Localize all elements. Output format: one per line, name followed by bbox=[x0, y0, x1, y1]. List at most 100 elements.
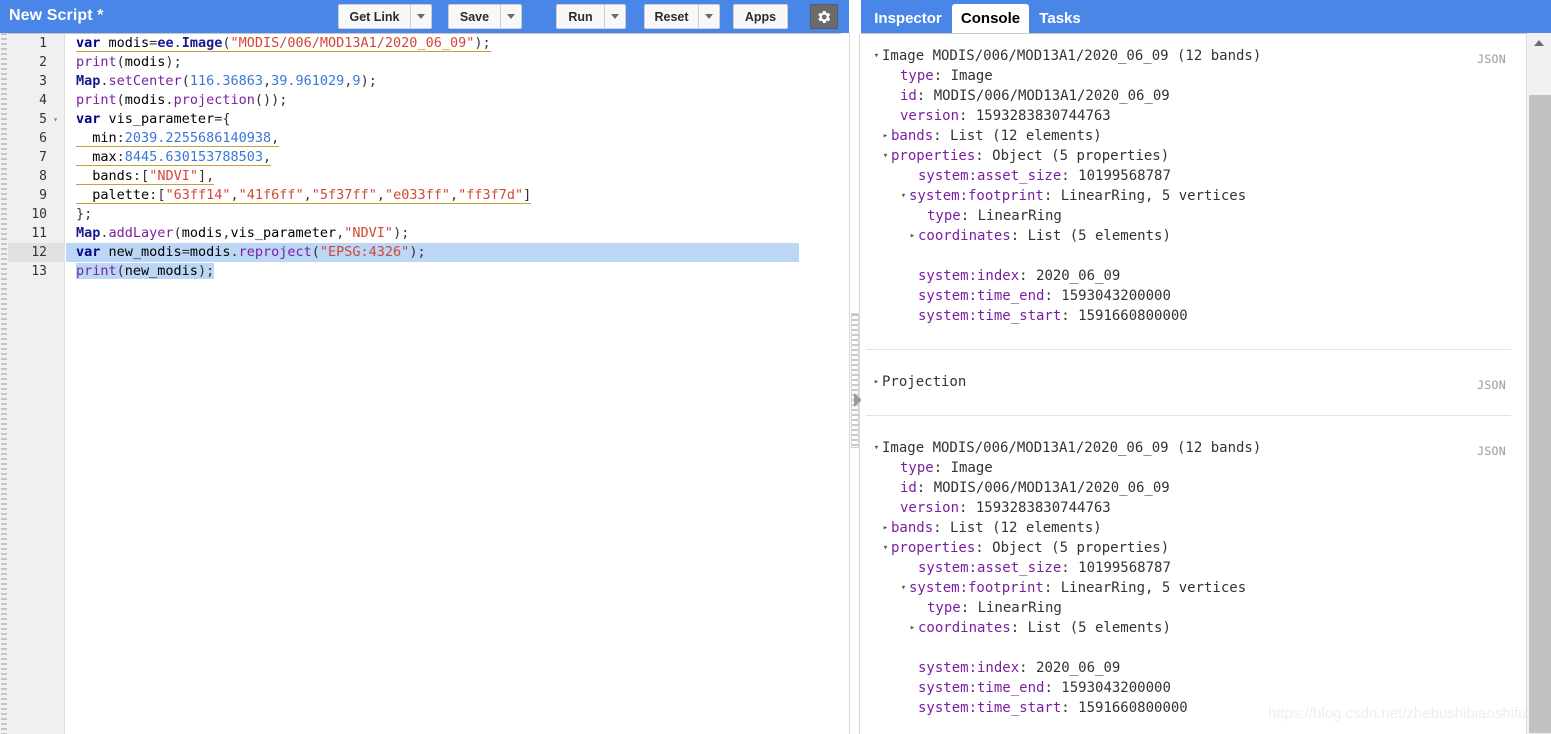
expand-triangle-icon[interactable]: ▸ bbox=[880, 518, 891, 538]
get-link-button[interactable]: Get Link bbox=[338, 4, 410, 29]
json-link[interactable]: JSON bbox=[1477, 375, 1506, 395]
code-fold-toggle-icon[interactable]: ▾ bbox=[50, 110, 61, 129]
property-value: List (5 elements) bbox=[1028, 228, 1171, 244]
reset-button[interactable]: Reset bbox=[644, 4, 698, 29]
code-line[interactable]: max:8445.630153788503, bbox=[66, 148, 841, 167]
row-indent-spacer bbox=[907, 286, 918, 306]
property-separator: : bbox=[933, 128, 950, 144]
apps-button[interactable]: Apps bbox=[733, 4, 788, 29]
property-key: system:time_end bbox=[918, 288, 1044, 304]
console-property-row[interactable]: ▾properties: Object (5 properties) bbox=[861, 538, 1551, 558]
code-line[interactable]: print(modis.projection()); bbox=[66, 91, 841, 110]
console-property-row: type: LinearRing bbox=[861, 206, 1551, 226]
line-number: 3 bbox=[8, 72, 65, 91]
console-output[interactable]: ▾Image MODIS/006/MOD13A1/2020_06_09 (12 … bbox=[861, 33, 1551, 734]
console-property-row: system:asset_size: 10199568787 bbox=[861, 558, 1551, 578]
collapse-triangle-icon[interactable]: ▾ bbox=[880, 538, 891, 558]
console-entry-separator bbox=[866, 349, 1511, 350]
tab-console[interactable]: Console bbox=[952, 4, 1029, 33]
toolbar-group-reset: Reset bbox=[644, 4, 720, 29]
script-title: New Script * bbox=[9, 7, 104, 25]
property-separator: : bbox=[961, 208, 978, 224]
console-entry-header[interactable]: ▾Image MODIS/006/MOD13A1/2020_06_09 (12 … bbox=[861, 438, 1551, 458]
expand-triangle-icon[interactable]: ▸ bbox=[907, 618, 918, 638]
run-button[interactable]: Run bbox=[556, 4, 604, 29]
console-entry-header[interactable]: ▸ProjectionJSON bbox=[861, 372, 1551, 392]
property-key: properties bbox=[891, 148, 975, 164]
inspector-console-pane: InspectorConsoleTasks ▾Image MODIS/006/M… bbox=[861, 0, 1551, 734]
console-property-row[interactable]: ▾system:footprint: LinearRing, 5 vertice… bbox=[861, 578, 1551, 598]
console-property-row[interactable]: ▸bands: List (12 elements) bbox=[861, 126, 1551, 146]
line-number: 6 bbox=[8, 129, 65, 148]
code-line[interactable]: min:2039.2255686140938, bbox=[66, 129, 841, 148]
row-indent-spacer bbox=[907, 698, 918, 718]
run-dropdown-button[interactable] bbox=[604, 4, 626, 29]
console-property-row[interactable]: ▸coordinates: List (5 elements) bbox=[861, 226, 1551, 246]
code-content[interactable]: var modis=ee.Image("MODIS/006/MOD13A1/20… bbox=[66, 34, 841, 734]
code-line[interactable]: var vis_parameter={ bbox=[66, 110, 841, 129]
reset-dropdown-button[interactable] bbox=[698, 4, 720, 29]
console-property-row[interactable]: ▸bands: List (12 elements) bbox=[861, 518, 1551, 538]
scrollbar-thumb[interactable] bbox=[1529, 95, 1551, 733]
pane-splitter[interactable] bbox=[849, 33, 860, 734]
console-property-row[interactable]: ▾properties: Object (5 properties) bbox=[861, 146, 1551, 166]
code-line[interactable]: var new_modis=modis.reproject("EPSG:4326… bbox=[66, 243, 799, 262]
property-separator: : bbox=[1019, 660, 1036, 676]
property-value: 1591660800000 bbox=[1078, 700, 1188, 716]
code-line[interactable]: }; bbox=[66, 205, 841, 224]
get-link-dropdown-button[interactable] bbox=[410, 4, 432, 29]
property-key: coordinates bbox=[918, 620, 1011, 636]
property-value: 1593043200000 bbox=[1061, 288, 1171, 304]
console-spacer-row bbox=[861, 638, 1551, 658]
property-value: List (12 elements) bbox=[950, 520, 1102, 536]
property-separator: : bbox=[1011, 228, 1028, 244]
expand-triangle-icon[interactable]: ▸ bbox=[871, 372, 882, 392]
collapse-triangle-icon[interactable]: ▾ bbox=[898, 578, 909, 598]
right-panel-tabbar: InspectorConsoleTasks bbox=[861, 0, 1551, 33]
save-button[interactable]: Save bbox=[448, 4, 500, 29]
console-scrollbar[interactable] bbox=[1526, 33, 1551, 734]
tab-inspector[interactable]: Inspector bbox=[865, 4, 951, 33]
code-line[interactable]: bands:["NDVI"], bbox=[66, 167, 841, 186]
settings-gear-button[interactable] bbox=[810, 4, 838, 29]
projection-entry: ▸ProjectionJSON bbox=[861, 372, 1551, 392]
property-separator: : bbox=[1061, 168, 1078, 184]
console-property-row[interactable]: ▸coordinates: List (5 elements) bbox=[861, 618, 1551, 638]
code-line[interactable]: palette:["63ff14","41f6ff","5f37ff","e03… bbox=[66, 186, 841, 205]
tab-tasks[interactable]: Tasks bbox=[1031, 4, 1089, 33]
collapse-triangle-icon[interactable]: ▾ bbox=[871, 46, 882, 66]
console-entry-title: Image MODIS/006/MOD13A1/2020_06_09 (12 b… bbox=[882, 440, 1261, 456]
line-number: 9 bbox=[8, 186, 65, 205]
collapse-triangle-icon[interactable]: ▾ bbox=[880, 146, 891, 166]
scroll-up-arrow-button[interactable] bbox=[1527, 33, 1551, 53]
chevron-down-icon bbox=[507, 14, 515, 19]
code-line[interactable]: Map.setCenter(116.36863,39.961029,9); bbox=[66, 72, 841, 91]
console-property-row: type: Image bbox=[861, 66, 1551, 86]
property-separator: : bbox=[917, 480, 934, 496]
property-value: 2020_06_09 bbox=[1036, 268, 1120, 284]
property-key: id bbox=[900, 480, 917, 496]
collapse-triangle-icon[interactable]: ▾ bbox=[871, 438, 882, 458]
code-editor[interactable]: 12345▾678910111213 var modis=ee.Image("M… bbox=[8, 33, 841, 734]
line-number: 8 bbox=[8, 167, 65, 186]
console-property-row[interactable]: ▾system:footprint: LinearRing, 5 vertice… bbox=[861, 186, 1551, 206]
property-separator: : bbox=[1044, 188, 1061, 204]
splitter-grip[interactable] bbox=[851, 313, 859, 448]
property-separator: : bbox=[1061, 560, 1078, 576]
save-dropdown-button[interactable] bbox=[500, 4, 522, 29]
console-entry-header[interactable]: ▾Image MODIS/006/MOD13A1/2020_06_09 (12 … bbox=[861, 46, 1551, 66]
code-line[interactable]: print(new_modis); bbox=[66, 262, 841, 281]
expand-triangle-icon[interactable]: ▸ bbox=[907, 226, 918, 246]
collapse-triangle-icon[interactable]: ▾ bbox=[898, 186, 909, 206]
property-key: system:asset_size bbox=[918, 560, 1061, 576]
row-indent-spacer bbox=[907, 306, 918, 326]
code-line[interactable]: Map.addLayer(modis,vis_parameter,"NDVI")… bbox=[66, 224, 841, 243]
expand-triangle-icon[interactable]: ▸ bbox=[880, 126, 891, 146]
chevron-down-icon bbox=[417, 14, 425, 19]
row-indent-spacer bbox=[916, 206, 927, 226]
code-line[interactable]: print(modis); bbox=[66, 53, 841, 72]
line-number: 2 bbox=[8, 53, 65, 72]
console-property-row: system:time_end: 1593043200000 bbox=[861, 286, 1551, 306]
row-indent-spacer bbox=[889, 66, 900, 86]
code-line[interactable]: var modis=ee.Image("MODIS/006/MOD13A1/20… bbox=[66, 34, 841, 53]
